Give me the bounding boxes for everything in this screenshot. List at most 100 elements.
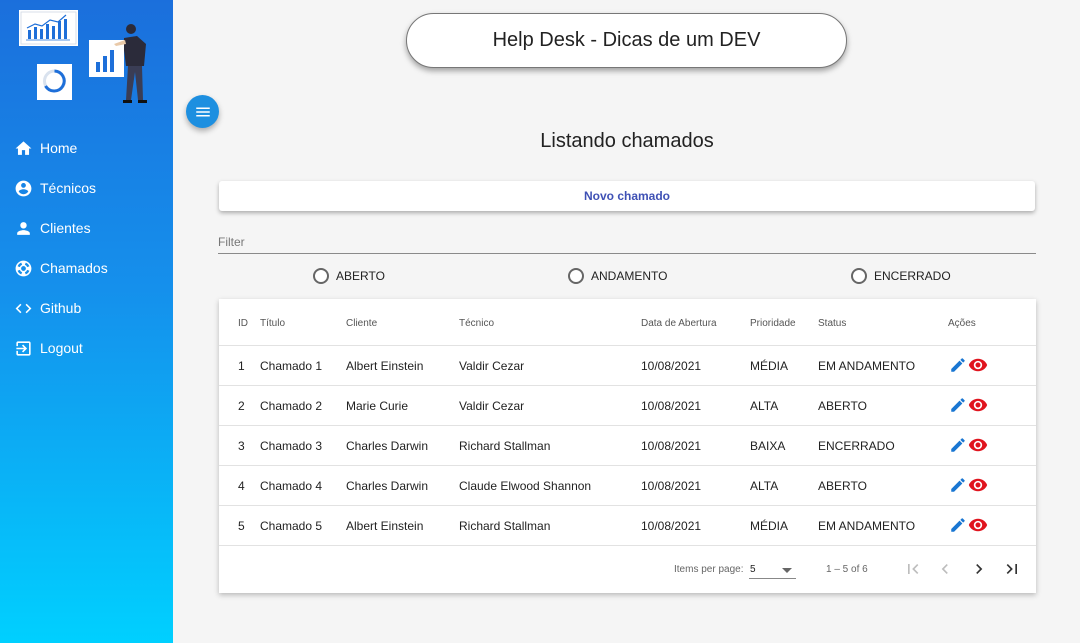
radio-circle-icon bbox=[568, 268, 584, 284]
edit-pencil-icon[interactable] bbox=[949, 436, 967, 454]
cell-titulo: Chamado 1 bbox=[260, 359, 323, 373]
cell-data-abertura: 10/08/2021 bbox=[641, 399, 702, 413]
column-header-tecnico[interactable]: Técnico bbox=[459, 318, 494, 329]
column-header-data-abertura[interactable]: Data de Abertura bbox=[641, 318, 717, 329]
cell-data-abertura: 10/08/2021 bbox=[641, 439, 702, 453]
radio-circle-icon bbox=[313, 268, 329, 284]
cell-prioridade: ALTA bbox=[750, 399, 779, 413]
cell-titulo: Chamado 3 bbox=[260, 439, 323, 453]
table-row: 3 Chamado 3 Charles Darwin Richard Stallman… bbox=[219, 426, 1036, 466]
cell-status: EM ANDAMENTO bbox=[818, 519, 916, 533]
view-eye-icon[interactable] bbox=[968, 395, 988, 415]
sidebar-item-label: Home bbox=[40, 140, 78, 156]
status-filter-group: ABERTO ANDAMENTO ENCERRADO bbox=[0, 268, 1080, 288]
page-range-label: 1 – 5 of 6 bbox=[826, 564, 868, 575]
items-per-page-value: 5 bbox=[750, 564, 756, 575]
filter-field bbox=[218, 232, 1036, 254]
first-page-icon bbox=[908, 564, 919, 574]
cell-id: 3 bbox=[238, 439, 245, 453]
cell-prioridade: MÉDIA bbox=[750, 519, 789, 533]
items-per-page-label: Items per page: bbox=[674, 564, 744, 575]
next-page-button[interactable] bbox=[966, 556, 992, 582]
radio-label: ABERTO bbox=[336, 269, 385, 283]
items-per-page-select[interactable]: 5 bbox=[749, 559, 796, 579]
sidebar: Home Técnicos Clientes Chamados Github L… bbox=[0, 0, 173, 643]
menu-toggle-button[interactable] bbox=[186, 95, 219, 128]
sidebar-item-github[interactable]: Github bbox=[0, 288, 173, 328]
table-row: 1 Chamado 1 Albert Einstein Valdir Cezar 10/… bbox=[219, 346, 1036, 386]
cell-titulo: Chamado 5 bbox=[260, 519, 323, 533]
cell-prioridade: BAIXA bbox=[750, 439, 786, 453]
table-row: 5 Chamado 5 Albert Einstein Richard Stallma… bbox=[219, 506, 1036, 546]
cell-titulo: Chamado 4 bbox=[260, 479, 323, 493]
cell-tecnico: Valdir Cezar bbox=[459, 359, 525, 373]
chevron-right-icon bbox=[976, 564, 983, 574]
radio-andamento[interactable]: ANDAMENTO bbox=[568, 268, 667, 284]
account-circle-icon bbox=[13, 178, 33, 198]
table-row: 4 Chamado 4 Charles Darwin Claude Elwood Sh… bbox=[219, 466, 1036, 506]
chevron-left-icon bbox=[941, 564, 948, 574]
row-actions bbox=[949, 475, 988, 495]
cell-cliente: Albert Einstein bbox=[346, 519, 424, 533]
sidebar-item-logout[interactable]: Logout bbox=[0, 328, 173, 368]
cell-cliente: Marie Curie bbox=[346, 399, 409, 413]
page-heading: Listando chamados bbox=[540, 130, 714, 152]
edit-pencil-icon[interactable] bbox=[949, 476, 967, 494]
column-header-status[interactable]: Status bbox=[818, 318, 846, 329]
column-header-prioridade[interactable]: Prioridade bbox=[750, 318, 796, 329]
cell-data-abertura: 10/08/2021 bbox=[641, 359, 702, 373]
radio-aberto[interactable]: ABERTO bbox=[313, 268, 385, 284]
radio-encerrado[interactable]: ENCERRADO bbox=[851, 268, 951, 284]
radio-label: ENCERRADO bbox=[874, 269, 951, 283]
tickets-table-card: ID Título Cliente Técnico Data de Abertu… bbox=[219, 299, 1036, 593]
radio-circle-icon bbox=[851, 268, 867, 284]
edit-pencil-icon[interactable] bbox=[949, 396, 967, 414]
view-eye-icon[interactable] bbox=[968, 515, 988, 535]
logo-illustration bbox=[19, 10, 147, 103]
cell-prioridade: ALTA bbox=[750, 479, 779, 493]
cell-id: 5 bbox=[238, 519, 245, 533]
cell-tecnico: Richard Stallman bbox=[459, 519, 551, 533]
sidebar-item-label: Github bbox=[40, 300, 82, 316]
cell-cliente: Charles Darwin bbox=[346, 439, 429, 453]
cell-data-abertura: 10/08/2021 bbox=[641, 479, 702, 493]
person-icon bbox=[13, 218, 33, 238]
home-icon bbox=[13, 138, 33, 158]
row-actions bbox=[949, 515, 988, 535]
cell-id: 4 bbox=[238, 479, 245, 493]
cell-titulo: Chamado 2 bbox=[260, 399, 323, 413]
cell-status: ABERTO bbox=[818, 479, 867, 493]
view-eye-icon[interactable] bbox=[968, 475, 988, 495]
sidebar-nav: Home Técnicos Clientes Chamados Github L… bbox=[0, 128, 173, 368]
cell-prioridade: MÉDIA bbox=[750, 359, 789, 373]
table-header: ID Título Cliente Técnico Data de Abertu… bbox=[219, 299, 1036, 346]
sidebar-item-tecnicos[interactable]: Técnicos bbox=[0, 168, 173, 208]
column-header-titulo[interactable]: Título bbox=[260, 318, 285, 329]
new-ticket-button[interactable]: Novo chamado bbox=[219, 181, 1035, 211]
radio-label: ANDAMENTO bbox=[591, 269, 668, 283]
view-eye-icon[interactable] bbox=[968, 355, 988, 375]
first-page-button[interactable] bbox=[900, 556, 926, 582]
view-eye-icon[interactable] bbox=[968, 435, 988, 455]
menu-icon bbox=[195, 107, 210, 116]
filter-input[interactable] bbox=[218, 232, 1036, 249]
paginator: Items per page: 5 1 – 5 of 6 bbox=[219, 554, 1036, 584]
sidebar-item-clientes[interactable]: Clientes bbox=[0, 208, 173, 248]
cell-data-abertura: 10/08/2021 bbox=[641, 519, 702, 533]
code-icon bbox=[13, 298, 33, 318]
column-header-acoes: Ações bbox=[948, 318, 976, 329]
cell-status: ENCERRADO bbox=[818, 439, 895, 453]
last-page-button[interactable] bbox=[999, 556, 1025, 582]
sidebar-item-home[interactable]: Home bbox=[0, 128, 173, 168]
column-header-id[interactable]: ID bbox=[238, 318, 248, 329]
cell-tecnico: Claude Elwood Shannon bbox=[459, 479, 592, 493]
previous-page-button[interactable] bbox=[932, 556, 958, 582]
cell-tecnico: Valdir Cezar bbox=[459, 399, 525, 413]
edit-pencil-icon[interactable] bbox=[949, 356, 967, 374]
dropdown-arrow-icon bbox=[782, 568, 792, 573]
cell-id: 2 bbox=[238, 399, 245, 413]
edit-pencil-icon[interactable] bbox=[949, 516, 967, 534]
table-row: 2 Chamado 2 Marie Curie Valdir Cezar 10/08/2… bbox=[219, 386, 1036, 426]
row-actions bbox=[949, 395, 988, 415]
column-header-cliente[interactable]: Cliente bbox=[346, 318, 377, 329]
